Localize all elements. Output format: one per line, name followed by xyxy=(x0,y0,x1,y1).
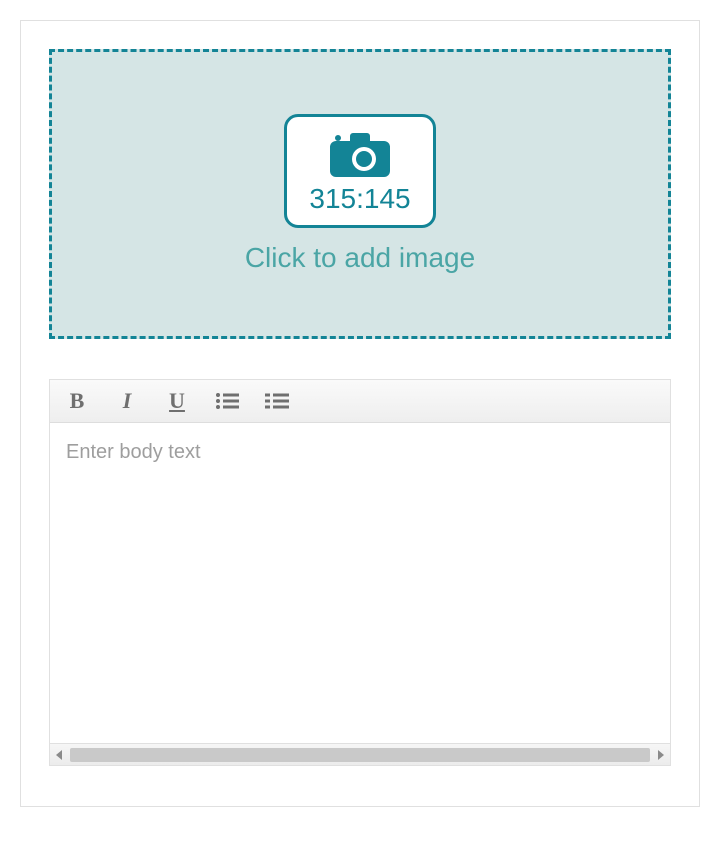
content-panel: 315:145 Click to add image B I U xyxy=(20,20,700,807)
image-dropzone[interactable]: 315:145 Click to add image xyxy=(49,49,671,339)
horizontal-scrollbar[interactable] xyxy=(50,743,670,765)
scroll-right-arrow[interactable] xyxy=(658,750,664,760)
italic-button[interactable]: I xyxy=(114,388,140,414)
image-ratio-label: 315:145 xyxy=(309,183,410,215)
underline-button[interactable]: U xyxy=(164,388,190,414)
ordered-list-button[interactable] xyxy=(214,388,240,414)
rich-text-editor: B I U xyxy=(49,379,671,766)
image-placeholder-box: 315:145 xyxy=(284,114,435,228)
editor-textarea[interactable]: Enter body text xyxy=(50,423,670,743)
bold-button[interactable]: B xyxy=(64,388,90,414)
scroll-track[interactable] xyxy=(70,748,650,762)
camera-icon xyxy=(328,131,392,179)
editor-toolbar: B I U xyxy=(50,380,670,423)
unordered-list-button[interactable] xyxy=(264,388,290,414)
scroll-left-arrow[interactable] xyxy=(56,750,62,760)
dropzone-prompt: Click to add image xyxy=(245,242,475,274)
